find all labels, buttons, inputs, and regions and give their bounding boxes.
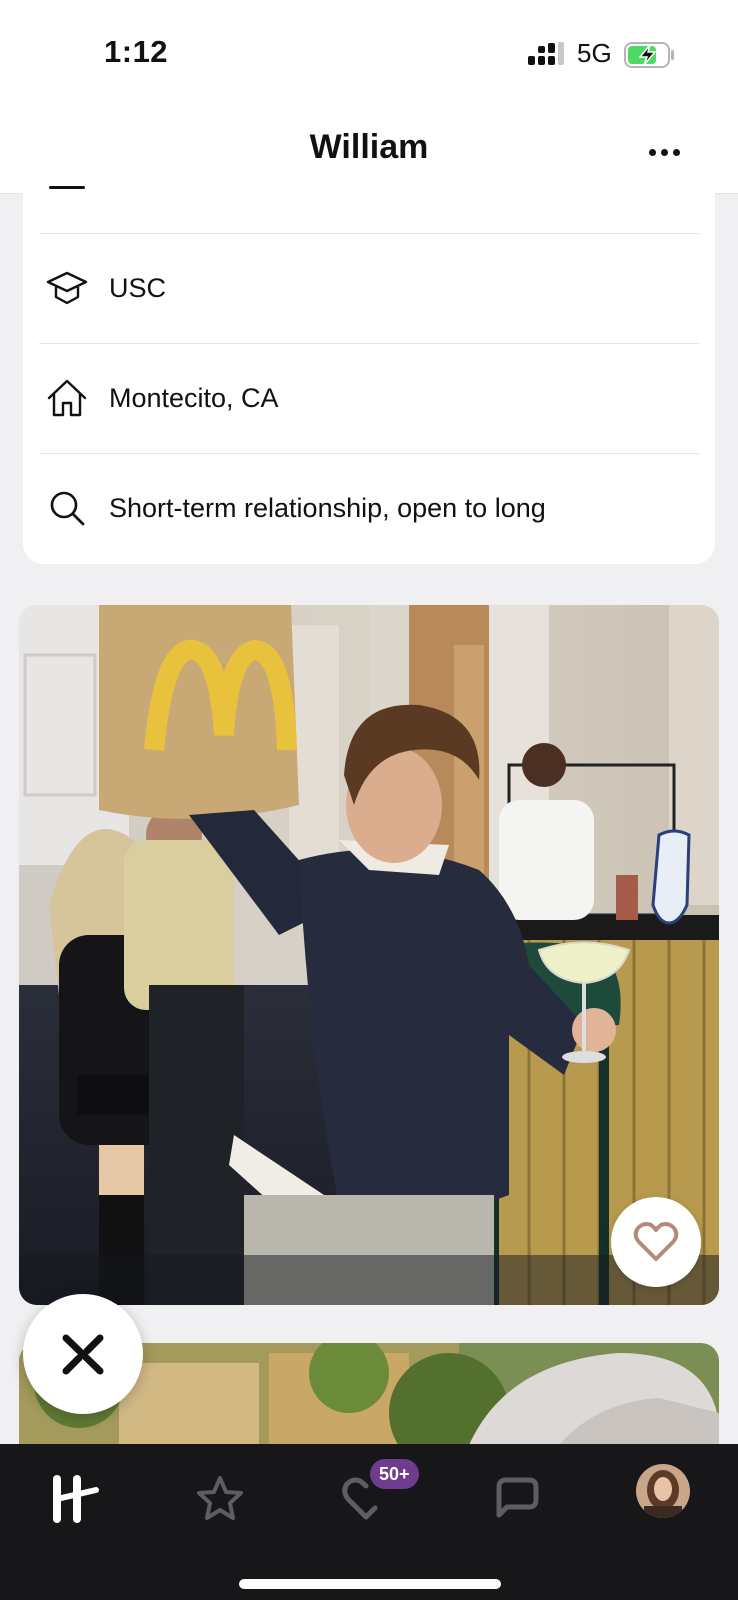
status-time: 1:12: [104, 34, 169, 69]
info-row-dating-intention: Short-term relationship, open to long: [23, 454, 715, 562]
tab-standouts[interactable]: [180, 1464, 260, 1534]
bottom-tab-bar: 50+: [0, 1444, 738, 1600]
avatar: [636, 1464, 690, 1518]
network-label: 5G: [577, 38, 612, 68]
more-options-button[interactable]: [640, 128, 688, 176]
hinge-profile-screen: 1:12 5G William USC Montecito, CA Short-…: [0, 0, 738, 1600]
tab-discover[interactable]: [34, 1464, 114, 1534]
tab-matches[interactable]: [476, 1464, 556, 1534]
home-indicator[interactable]: [239, 1579, 501, 1589]
hometown-text: Montecito, CA: [109, 382, 279, 413]
profile-info-card: USC Montecito, CA Short-term relationshi…: [23, 180, 715, 564]
profile-photo[interactable]: [19, 605, 719, 1305]
hinge-logo-icon: [53, 1475, 99, 1523]
heart-icon: [633, 1222, 679, 1261]
profile-name-title: William: [309, 128, 429, 166]
partial-row-icon: [49, 186, 85, 189]
like-photo-button[interactable]: [611, 1197, 701, 1287]
skip-x-icon: [62, 1334, 104, 1375]
profile-avatar[interactable]: [636, 1464, 690, 1518]
party-photo-illustration: [19, 605, 719, 1305]
info-row-school: USC: [23, 234, 715, 342]
battery-charging-icon: [624, 42, 674, 68]
search-icon: [45, 486, 89, 530]
home-icon: [45, 376, 89, 420]
status-bar: 1:12 5G: [0, 0, 738, 100]
info-row-hometown: Montecito, CA: [23, 344, 715, 452]
star-icon: [197, 1476, 243, 1520]
chat-bubble-icon: [496, 1477, 539, 1518]
skip-button[interactable]: [23, 1294, 143, 1414]
signal-icon: [528, 42, 564, 65]
likes-count-badge: 50+: [370, 1459, 419, 1489]
ellipsis-icon: [648, 148, 656, 156]
school-text: USC: [109, 272, 167, 303]
dating-intention-text: Short-term relationship, open to long: [109, 492, 546, 523]
graduation-cap-icon: [45, 266, 89, 310]
